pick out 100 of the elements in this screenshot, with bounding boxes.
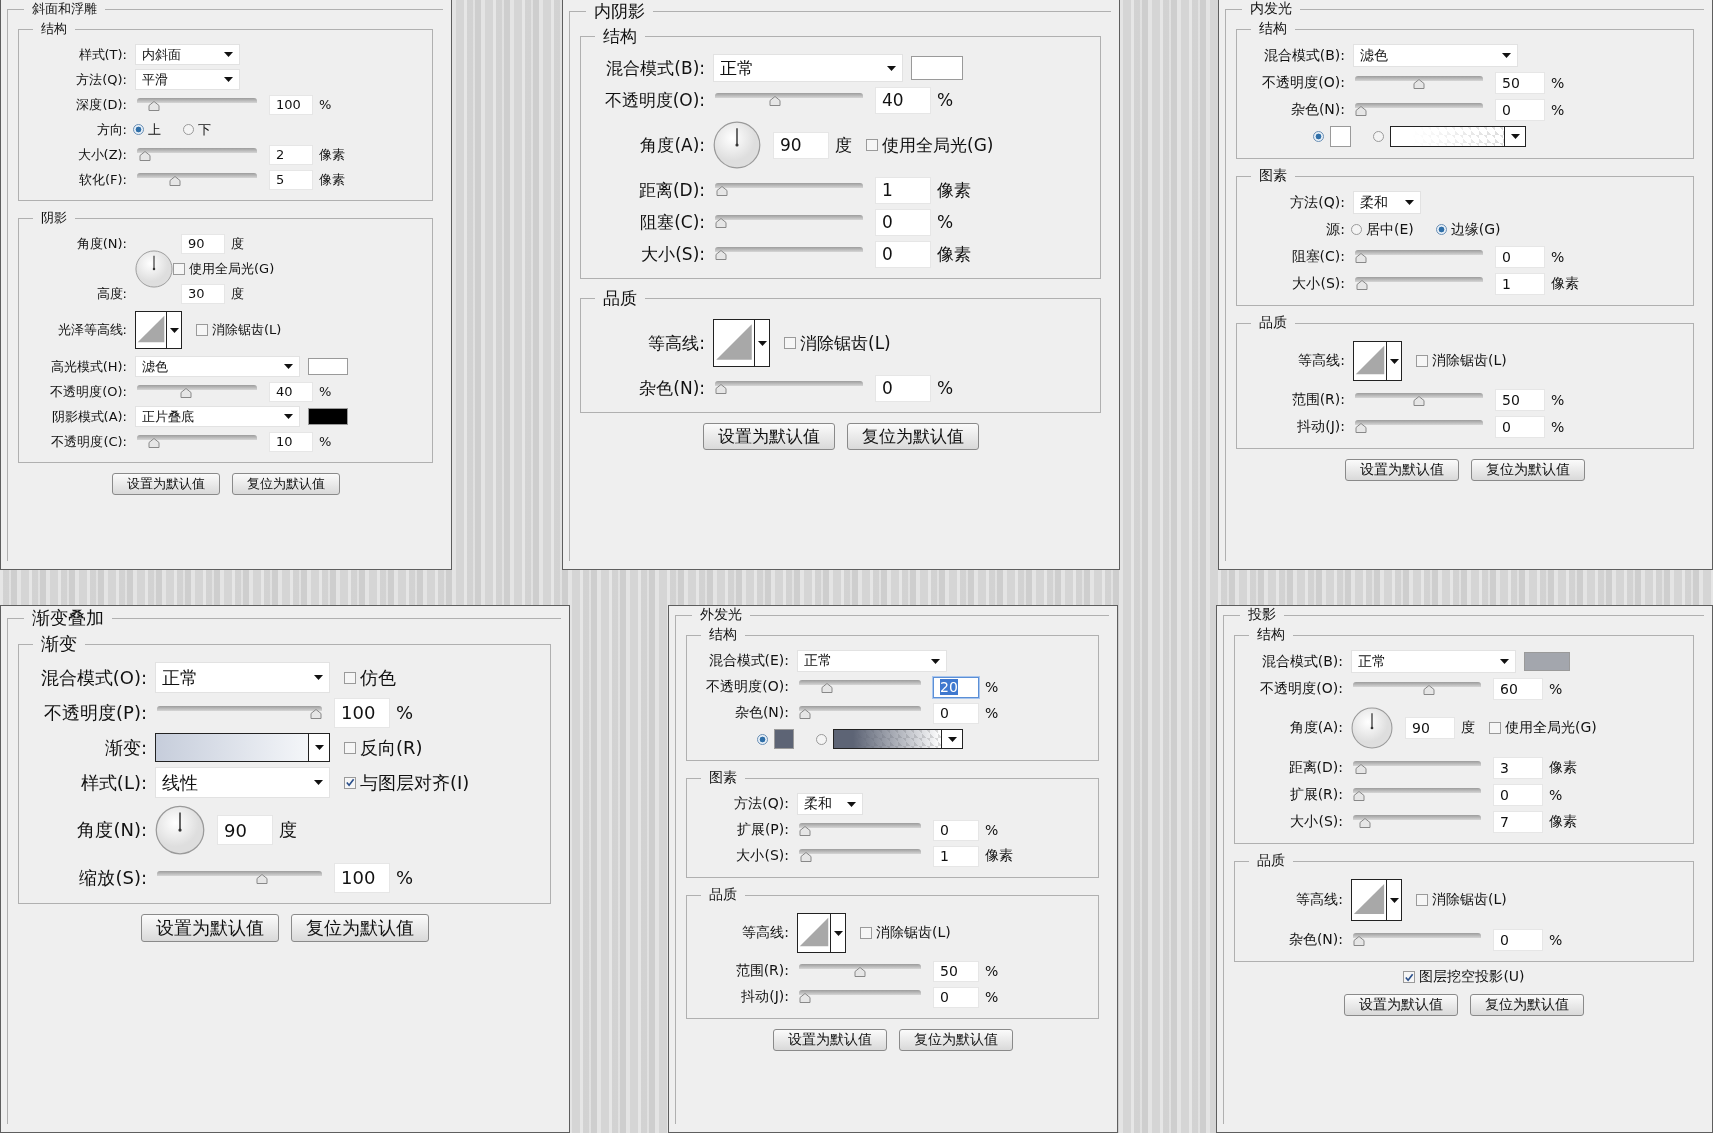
dropdown[interactable]: 正片叠底 bbox=[135, 406, 300, 427]
checkbox-label[interactable]: 与图层对齐(I) bbox=[360, 770, 470, 795]
checkbox-label[interactable]: 图层挖空投影(U) bbox=[1419, 968, 1525, 986]
dropdown[interactable]: 柔和 bbox=[1353, 191, 1421, 214]
slider-thumb[interactable] bbox=[821, 683, 833, 693]
number-field[interactable]: 0 bbox=[1495, 98, 1545, 121]
color-swatch[interactable] bbox=[1524, 652, 1570, 671]
checkbox-label[interactable]: 使用全局光(G) bbox=[1505, 719, 1597, 737]
number-field[interactable]: 0 bbox=[933, 819, 979, 841]
contour-picker[interactable] bbox=[1353, 341, 1402, 381]
number-field[interactable]: 60 bbox=[1493, 677, 1543, 700]
checkbox[interactable] bbox=[344, 776, 356, 789]
gradient-picker[interactable] bbox=[155, 733, 330, 762]
dialog-button[interactable]: 设置为默认值 bbox=[772, 1029, 887, 1051]
slider-thumb[interactable] bbox=[800, 852, 813, 862]
dialog-button[interactable]: 设置为默认值 bbox=[1345, 459, 1459, 481]
angle-dial[interactable] bbox=[713, 121, 761, 169]
number-field[interactable]: 100 bbox=[334, 862, 390, 893]
number-field[interactable]: 90 bbox=[217, 815, 273, 845]
number-field[interactable]: 20 bbox=[933, 676, 979, 698]
dropdown[interactable]: 柔和 bbox=[797, 793, 863, 815]
angle-dial[interactable] bbox=[1351, 707, 1393, 749]
checkbox[interactable] bbox=[784, 337, 796, 349]
number-field[interactable]: 0 bbox=[933, 986, 979, 1008]
checkbox[interactable] bbox=[860, 927, 872, 939]
checkbox[interactable] bbox=[344, 671, 356, 684]
dropdown[interactable]: 平滑 bbox=[135, 69, 240, 90]
checkbox-label[interactable]: 消除锯齿(L) bbox=[800, 331, 891, 355]
radio-button[interactable] bbox=[1313, 131, 1324, 142]
number-field[interactable]: 1 bbox=[875, 176, 931, 204]
number-field[interactable]: 0 bbox=[1495, 415, 1545, 438]
slider-thumb[interactable] bbox=[715, 250, 727, 260]
slider-thumb[interactable] bbox=[769, 96, 782, 106]
checkbox[interactable] bbox=[173, 262, 185, 275]
radio-label[interactable]: 下 bbox=[198, 120, 211, 139]
dialog-button[interactable]: 复位为默认值 bbox=[846, 423, 979, 450]
slider-thumb[interactable] bbox=[854, 967, 866, 977]
slider-thumb[interactable] bbox=[1353, 935, 1365, 946]
checkbox[interactable] bbox=[1489, 722, 1501, 734]
slider-thumb[interactable] bbox=[180, 387, 193, 398]
slider-thumb[interactable] bbox=[1413, 78, 1425, 89]
checkbox[interactable] bbox=[1416, 894, 1428, 906]
number-field[interactable]: 0 bbox=[1493, 928, 1543, 951]
checkbox-label[interactable]: 消除锯齿(L) bbox=[212, 321, 282, 339]
dialog-button[interactable]: 复位为默认值 bbox=[1470, 994, 1584, 1016]
slider-thumb[interactable] bbox=[1413, 395, 1425, 406]
contour-picker[interactable] bbox=[1351, 879, 1402, 921]
checkbox[interactable] bbox=[1403, 971, 1416, 983]
slider-thumb[interactable] bbox=[1422, 684, 1435, 695]
number-field[interactable]: 50 bbox=[1495, 388, 1545, 411]
color-swatch[interactable] bbox=[308, 358, 348, 375]
radio-button[interactable] bbox=[1435, 224, 1447, 235]
number-field[interactable]: 0 bbox=[1493, 783, 1543, 806]
slider-thumb[interactable] bbox=[1358, 817, 1371, 828]
checkbox-label[interactable]: 消除锯齿(L) bbox=[1432, 352, 1507, 370]
dialog-button[interactable]: 设置为默认值 bbox=[702, 423, 835, 450]
slider-thumb[interactable] bbox=[715, 384, 727, 394]
radio-label[interactable]: 边缘(G) bbox=[1450, 220, 1501, 239]
radio-button[interactable] bbox=[1373, 131, 1384, 142]
dropdown[interactable]: 线性 bbox=[155, 767, 330, 798]
number-field[interactable]: 0 bbox=[1495, 245, 1545, 268]
radio-button[interactable] bbox=[757, 733, 768, 745]
dialog-button[interactable]: 设置为默认值 bbox=[111, 473, 220, 495]
number-field[interactable]: 30 bbox=[181, 283, 225, 304]
slider-thumb[interactable] bbox=[310, 708, 322, 719]
dropdown[interactable]: 正常 bbox=[155, 662, 330, 693]
number-field[interactable]: 0 bbox=[875, 374, 931, 402]
slider-thumb[interactable] bbox=[256, 873, 269, 884]
checkbox-label[interactable]: 消除锯齿(L) bbox=[876, 924, 951, 942]
number-field[interactable]: 100 bbox=[334, 697, 390, 728]
dropdown[interactable]: 滤色 bbox=[135, 356, 300, 377]
dialog-button[interactable]: 复位为默认值 bbox=[231, 473, 340, 495]
checkbox-label[interactable]: 使用全局光(G) bbox=[189, 259, 275, 278]
contour-picker[interactable] bbox=[713, 319, 770, 367]
dropdown[interactable]: 正常 bbox=[797, 650, 947, 672]
slider-thumb[interactable] bbox=[147, 437, 160, 448]
checkbox-label[interactable]: 仿色 bbox=[360, 665, 396, 690]
slider-thumb[interactable] bbox=[799, 709, 811, 719]
radio-label[interactable]: 上 bbox=[148, 120, 161, 139]
checkbox-label[interactable]: 反向(R) bbox=[360, 735, 423, 760]
slider-thumb[interactable] bbox=[169, 175, 182, 186]
slider-thumb[interactable] bbox=[147, 100, 160, 111]
gradient-picker[interactable] bbox=[833, 729, 963, 749]
number-field[interactable]: 90 bbox=[1405, 717, 1455, 739]
slider-thumb[interactable] bbox=[1355, 763, 1368, 774]
slider-thumb[interactable] bbox=[799, 993, 811, 1003]
dialog-button[interactable]: 设置为默认值 bbox=[140, 914, 279, 942]
color-swatch[interactable] bbox=[774, 729, 794, 749]
slider-thumb[interactable] bbox=[715, 218, 727, 228]
dropdown[interactable]: 正常 bbox=[713, 54, 903, 82]
dialog-button[interactable]: 复位为默认值 bbox=[1471, 459, 1585, 481]
slider-thumb[interactable] bbox=[1353, 790, 1365, 801]
dialog-button[interactable]: 设置为默认值 bbox=[1344, 994, 1458, 1016]
number-field[interactable]: 40 bbox=[269, 381, 313, 402]
checkbox-label[interactable]: 使用全局光(G) bbox=[882, 133, 994, 157]
dialog-button[interactable]: 复位为默认值 bbox=[290, 914, 429, 942]
contour-picker[interactable] bbox=[797, 913, 846, 953]
number-field[interactable]: 5 bbox=[269, 169, 313, 190]
radio-button[interactable] bbox=[1351, 224, 1362, 235]
slider-thumb[interactable] bbox=[1356, 279, 1369, 290]
